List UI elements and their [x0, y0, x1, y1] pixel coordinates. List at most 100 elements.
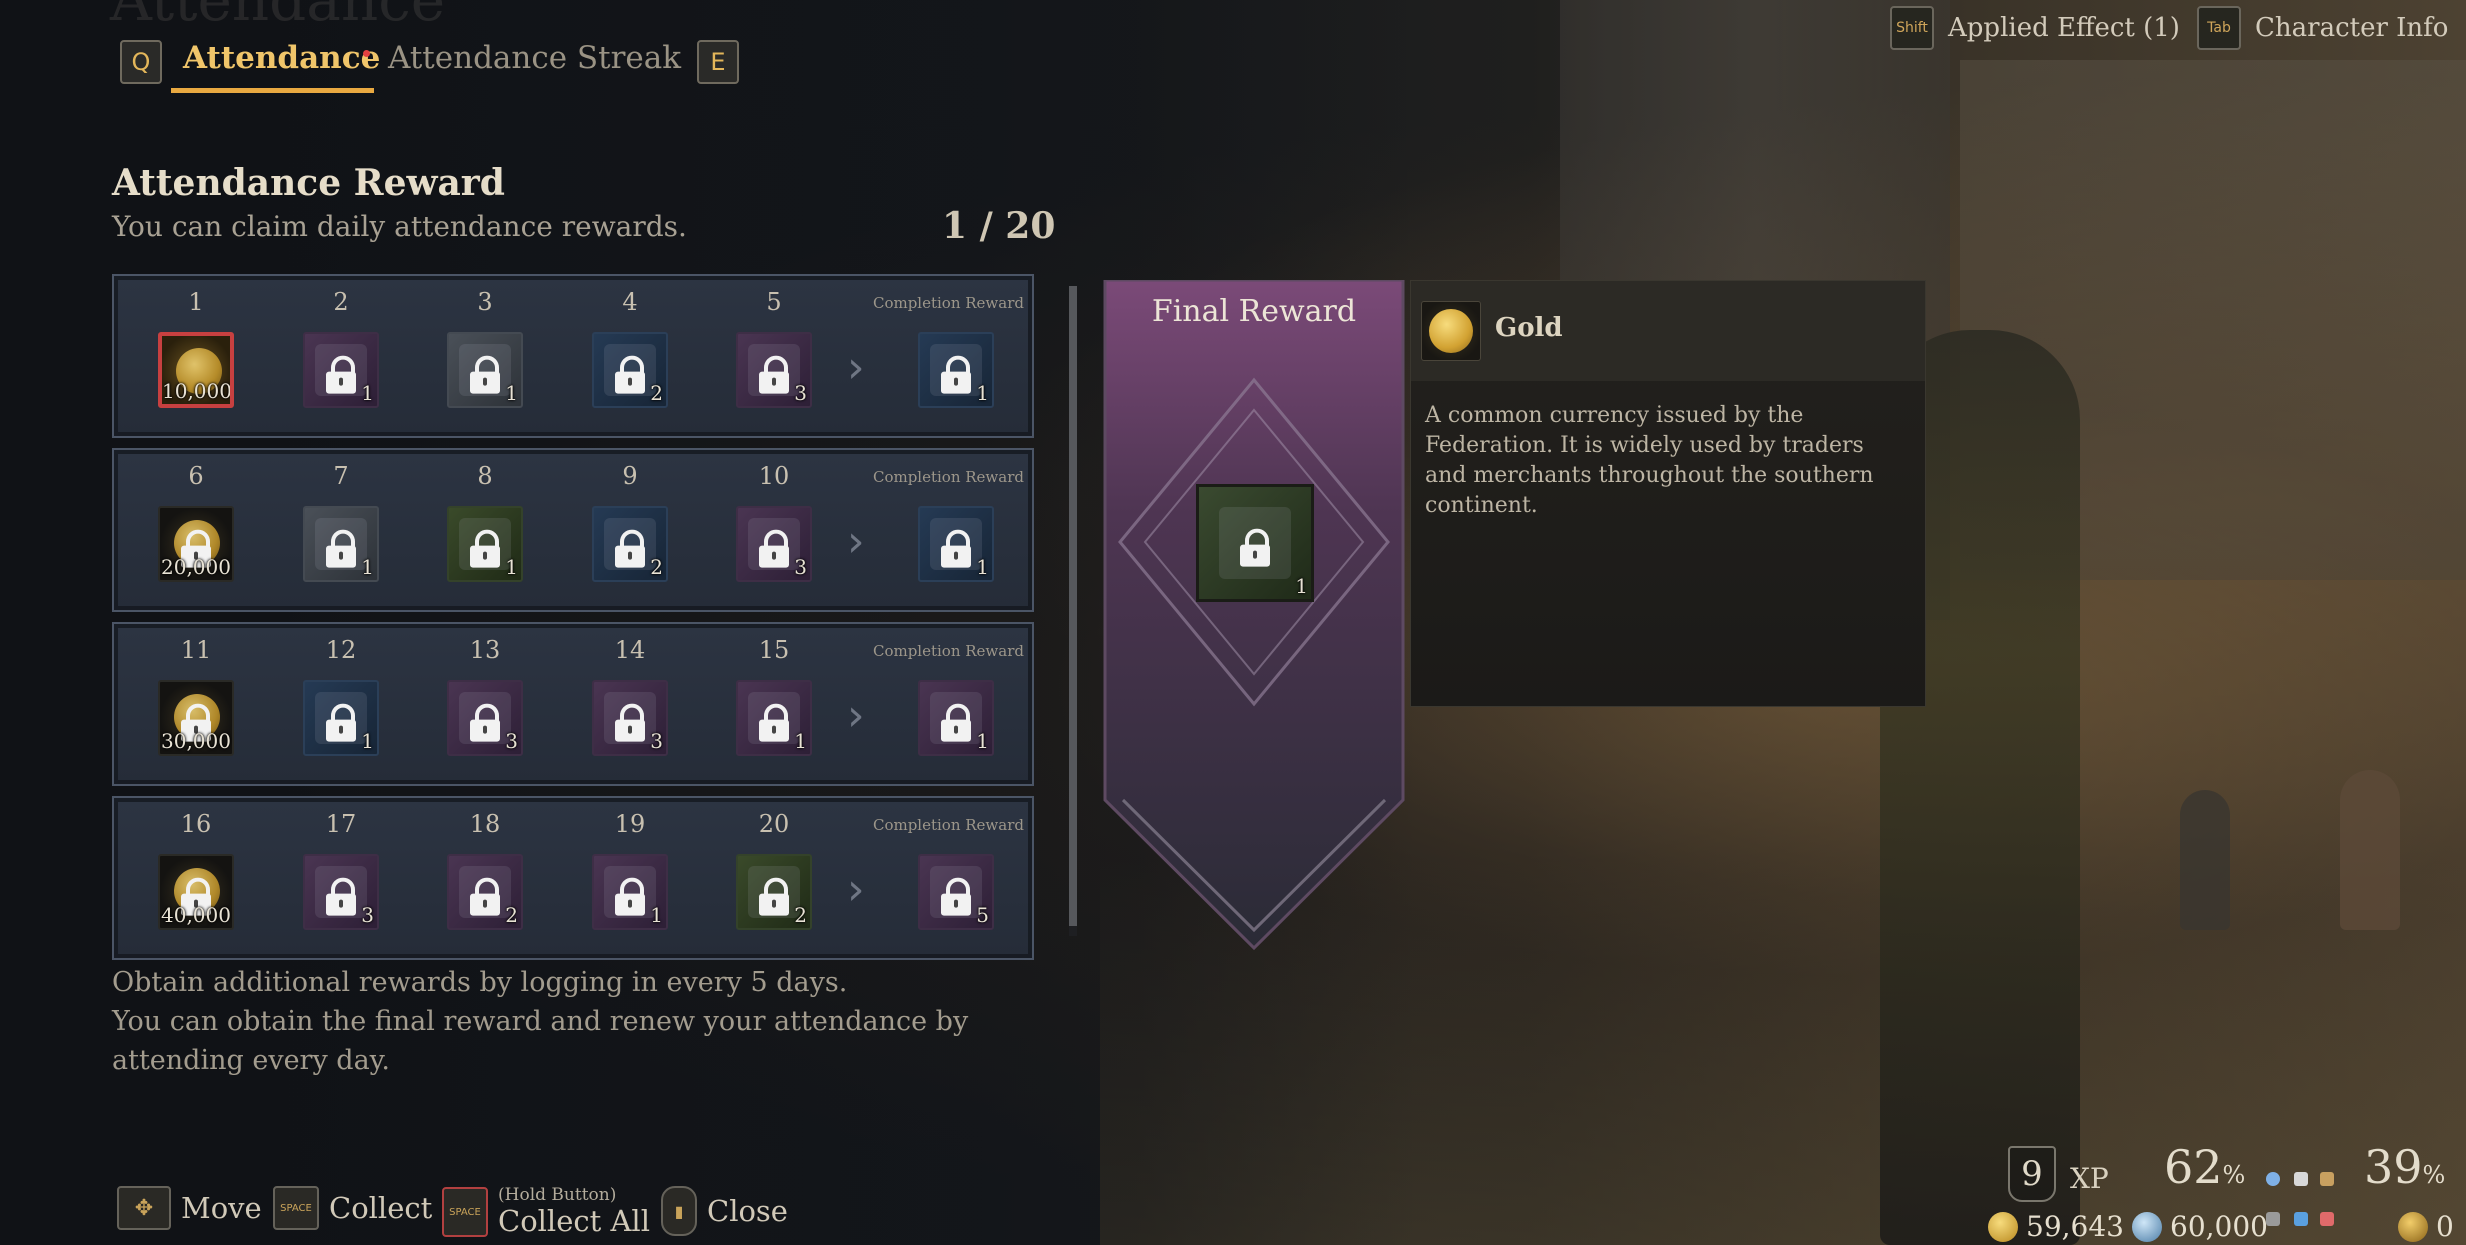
character-info-button[interactable]: Tab Character Info	[2197, 6, 2448, 50]
lock-icon	[941, 703, 971, 742]
status-icon	[2320, 1212, 2334, 1226]
next-tab-key[interactable]: E	[697, 40, 739, 84]
day-number: 4	[622, 288, 638, 316]
close-label: Close	[707, 1194, 788, 1228]
reward-slot[interactable]: 1	[592, 854, 668, 930]
reward-quantity: 3	[505, 729, 518, 753]
reward-quantity: 5	[976, 903, 989, 927]
xp-label: XP	[2070, 1162, 2109, 1195]
reward-quantity: 1	[361, 555, 374, 579]
tab-attendance-streak[interactable]: Attendance Streak	[388, 40, 681, 76]
lock-icon	[615, 355, 645, 394]
day-number: 9	[622, 462, 638, 490]
reward-slot[interactable]: 3	[736, 332, 812, 408]
gem-icon	[2132, 1211, 2162, 1242]
completion-reward-label: Completion Reward	[872, 468, 1024, 486]
lock-icon	[470, 703, 500, 742]
reward-row: 1 2 3 4 5 Completion Reward 10,000 1 1 2 3 › 1	[112, 274, 1034, 438]
reward-slot[interactable]: 2	[592, 332, 668, 408]
completion-reward-label: Completion Reward	[872, 642, 1024, 660]
reward-slot[interactable]: 3	[447, 680, 523, 756]
item-name: Gold	[1495, 313, 1563, 343]
reward-quantity: 2	[650, 555, 663, 579]
reward-slot[interactable]: 1	[736, 680, 812, 756]
day-number: 5	[766, 288, 782, 316]
lock-icon	[759, 529, 789, 568]
reward-slot[interactable]: 3	[303, 854, 379, 930]
active-tab-underline	[171, 88, 374, 93]
reward-quantity: 1	[650, 903, 663, 927]
gold-reward-slot[interactable]: 30,000	[158, 680, 234, 756]
item-detail-panel: Gold A common currency issued by the Fed…	[1410, 280, 1926, 707]
gold-coin-icon	[1421, 301, 1481, 361]
day-number: 11	[180, 636, 212, 664]
background-npc	[2340, 770, 2400, 930]
status-icons	[2262, 1160, 2334, 1240]
background-npc	[2180, 790, 2230, 930]
reward-quantity: 3	[794, 381, 807, 405]
reward-quantity: 3	[361, 903, 374, 927]
reward-slot[interactable]: 1	[447, 332, 523, 408]
reward-slot[interactable]: 2	[592, 506, 668, 582]
day-number: 16	[180, 810, 212, 838]
reward-quantity: 3	[650, 729, 663, 753]
reward-quantity: 1	[976, 729, 989, 753]
reward-slot[interactable]: 2	[736, 854, 812, 930]
chevron-right-icon: ›	[847, 864, 865, 915]
reward-slot[interactable]: 1	[303, 506, 379, 582]
lock-icon	[759, 355, 789, 394]
lock-icon	[759, 703, 789, 742]
close-button[interactable]: ▮ Close	[661, 1186, 788, 1236]
gold-coin-icon	[1988, 1211, 2018, 1242]
collect-all-button[interactable]: SPACE (Hold Button) Collect All	[442, 1186, 650, 1238]
status-icon	[2294, 1212, 2308, 1226]
reward-slot[interactable]: 1	[303, 332, 379, 408]
lock-icon	[326, 529, 356, 568]
applied-effect-button[interactable]: Shift Applied Effect (1)	[1890, 6, 2180, 50]
reward-slot[interactable]: 1	[303, 680, 379, 756]
day-number: 14	[614, 636, 646, 664]
scrollbar-thumb[interactable]	[1069, 286, 1077, 926]
reward-slot[interactable]: 1	[918, 506, 994, 582]
day-number: 6	[188, 462, 204, 490]
lock-icon	[941, 529, 971, 568]
reward-slot[interactable]: 5	[918, 854, 994, 930]
footer-line-1: Obtain additional rewards by logging in …	[112, 967, 848, 998]
reward-slot[interactable]: 2	[447, 854, 523, 930]
reward-quantity: 1	[794, 729, 807, 753]
prev-tab-key[interactable]: Q	[120, 40, 162, 84]
final-reward-slot[interactable]: 1	[1196, 484, 1314, 602]
gold-currency: 59,643	[1988, 1210, 2124, 1243]
attendance-progress: 1 / 20	[942, 205, 1056, 247]
collect-all-label: Collect All	[498, 1204, 650, 1238]
gem-amount: 60,000	[2170, 1210, 2268, 1243]
lock-icon	[326, 355, 356, 394]
day-number: 17	[325, 810, 357, 838]
reward-quantity: 1	[505, 555, 518, 579]
day-number: 8	[477, 462, 493, 490]
gear-coin-icon	[2398, 1211, 2428, 1242]
final-reward-title: Final Reward	[1151, 294, 1357, 329]
status-icon	[2320, 1172, 2334, 1186]
reward-slot[interactable]: 3	[592, 680, 668, 756]
move-label: Move	[181, 1191, 262, 1225]
section-title: Attendance Reward	[112, 162, 505, 204]
collect-button[interactable]: SPACE Collect	[273, 1186, 432, 1230]
gem-currency: 60,000	[2132, 1210, 2268, 1243]
day-number: 13	[469, 636, 501, 664]
final-reward-banner	[1103, 280, 1405, 950]
mouse-icon: ▮	[661, 1186, 697, 1236]
gold-reward-slot[interactable]: 10,000	[158, 332, 234, 408]
reward-slot[interactable]: 3	[736, 506, 812, 582]
gold-reward-slot[interactable]: 40,000	[158, 854, 234, 930]
reward-slot[interactable]: 1	[918, 680, 994, 756]
tab-attendance[interactable]: Attendance	[183, 40, 380, 76]
reward-quantity: 1	[976, 381, 989, 405]
section-subtitle: You can claim daily attendance rewards.	[112, 210, 687, 243]
reward-slot[interactable]: 1	[447, 506, 523, 582]
chevron-right-icon: ›	[847, 342, 865, 393]
day-number: 3	[477, 288, 493, 316]
reward-slot[interactable]: 1	[918, 332, 994, 408]
reward-quantity: 20,000	[161, 555, 231, 579]
gold-reward-slot[interactable]: 20,000	[158, 506, 234, 582]
